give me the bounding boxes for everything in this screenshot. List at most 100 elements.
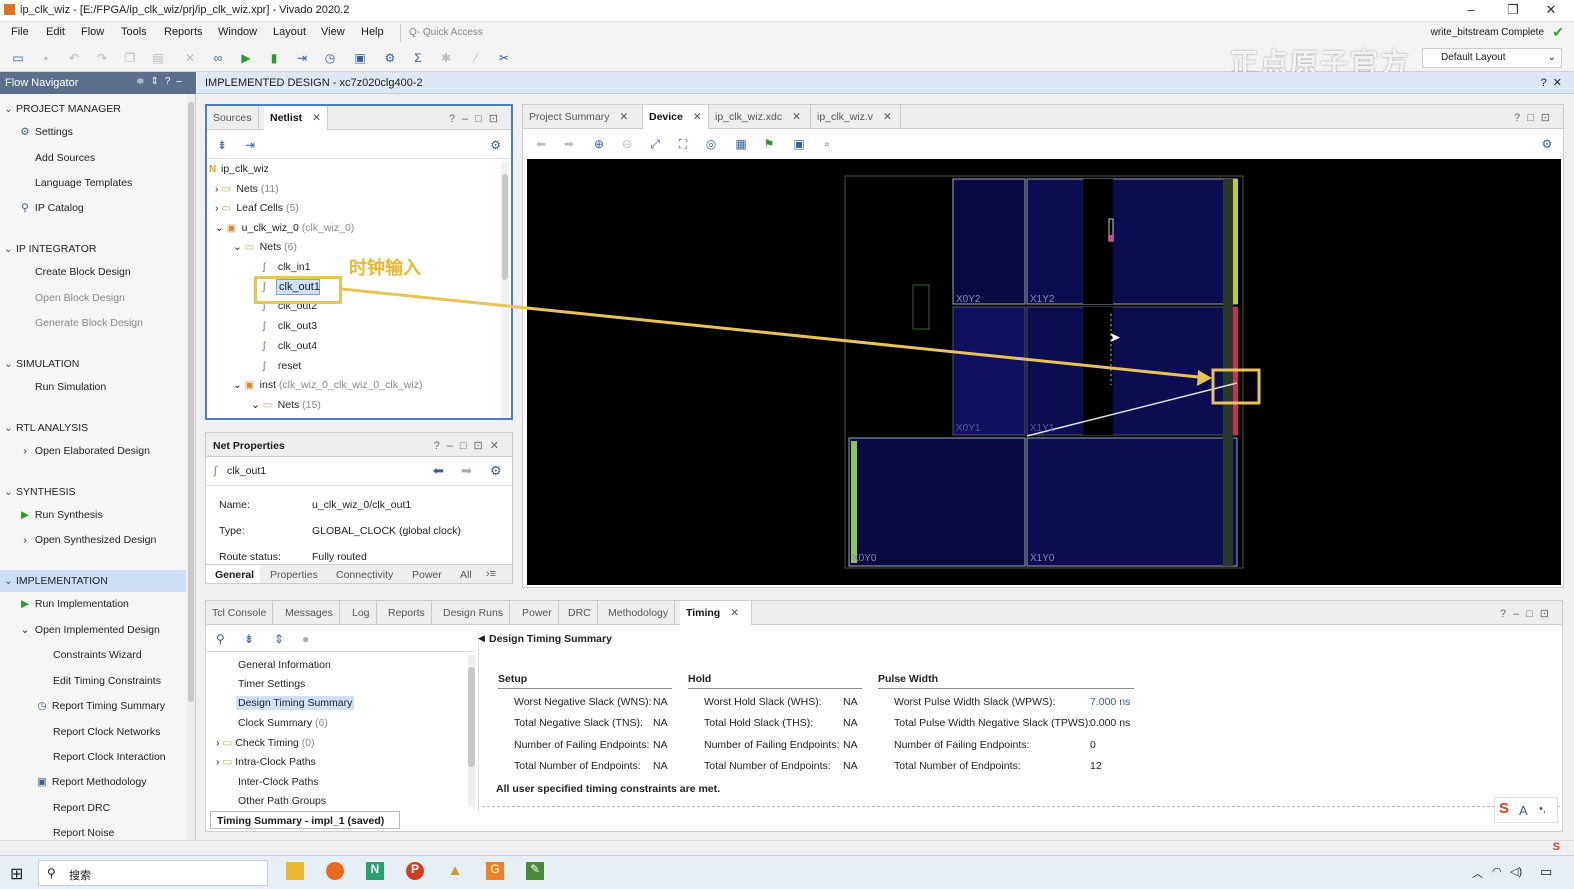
taskbar-search[interactable]: ⚲ 搜索 (38, 860, 268, 886)
menu-layout[interactable]: Layout (273, 26, 306, 38)
tree-inst-nets[interactable]: ⌄ ▭ Nets (6) (233, 241, 297, 253)
netlist-scrollbar[interactable] (501, 162, 509, 418)
editor-app-icon[interactable]: ✎ (526, 862, 544, 880)
expand-icon[interactable]: ⇥ (245, 138, 255, 152)
nav-open-elaborated[interactable]: › Open Elaborated Design (18, 445, 150, 457)
close-icon[interactable]: ✕ (312, 112, 321, 124)
report-icon[interactable]: ▣ (352, 51, 368, 65)
nav-run-implementation[interactable]: ▶ Run Implementation (18, 598, 129, 610)
gear-icon[interactable]: ⚙ (490, 138, 501, 152)
open-project-icon[interactable]: ▭ (10, 51, 26, 65)
windows-start-icon[interactable]: ⊞ (10, 864, 23, 884)
ime-toolbar[interactable]: S A •, (1494, 797, 1558, 823)
tree-clock-summary[interactable]: Clock Summary (6) (238, 717, 328, 729)
tab-xdc[interactable]: ip_clk_wiz.xdc ✕ (709, 105, 811, 129)
tree-inst2-nets[interactable]: ⌄ ▭ Nets (15) (251, 399, 321, 411)
tree-net-clk-in1[interactable]: ʃ clk_in1 (263, 261, 311, 273)
notepad-plus-icon[interactable]: N (366, 862, 384, 880)
nav-report-timing[interactable]: ◷ Report Timing Summary (35, 700, 165, 712)
tab-verilog[interactable]: ip_clk_wiz.v ✕ (811, 105, 901, 129)
nav-edit-timing[interactable]: Edit Timing Constraints (53, 675, 161, 687)
tree-inter-clock[interactable]: Inter-Clock Paths (238, 776, 319, 788)
nav-open-implemented[interactable]: ⌄ Open Implemented Design (18, 624, 160, 636)
forward-icon[interactable]: ➡ (561, 137, 577, 151)
expand-all-icon[interactable]: ⇕ (274, 632, 284, 646)
tab-netlist[interactable]: Netlist ✕ (264, 106, 328, 130)
nav-report-clock-interaction[interactable]: Report Clock Interaction (53, 751, 166, 763)
sigma-icon[interactable]: Σ (410, 51, 426, 65)
panel-controls[interactable]: ?–□⊡✕ (434, 439, 506, 452)
nav-settings[interactable]: ⚙ Settings (18, 126, 73, 138)
menu-reports[interactable]: Reports (164, 26, 203, 38)
menu-file[interactable]: File (11, 26, 29, 38)
copy-icon[interactable]: ❐ (122, 51, 138, 65)
panel-controls[interactable]: ?✕ (1541, 76, 1568, 89)
tree-timer-settings[interactable]: Timer Settings (238, 678, 305, 690)
tab-sources[interactable]: Sources (207, 106, 259, 130)
timer-icon[interactable]: ◷ (322, 51, 338, 65)
tab-timing[interactable]: Timing ✕ (680, 601, 752, 625)
back-arrow-icon[interactable]: ⬅ (433, 463, 444, 479)
menu-help[interactable]: Help (361, 26, 384, 38)
nav-add-sources[interactable]: Add Sources (35, 152, 95, 164)
tray-chevron-up-icon[interactable]: ︿ (1472, 865, 1483, 881)
collapse-all-icon[interactable]: ⇟ (217, 138, 227, 152)
gear-icon[interactable]: ⚙ (490, 463, 502, 479)
minimize-icon[interactable]: – (1456, 2, 1486, 17)
run-icon[interactable]: ▶ (238, 51, 254, 65)
gear-icon[interactable]: ⚙ (1539, 137, 1555, 151)
menu-window[interactable]: Window (218, 26, 257, 38)
tree-scrollbar[interactable] (468, 655, 475, 807)
tree-root[interactable]: Nip_clk_wiz (209, 163, 269, 175)
section-simulation[interactable]: ⌄ SIMULATION (4, 358, 79, 370)
powerpoint-icon[interactable]: P (406, 862, 424, 880)
menu-flow[interactable]: Flow (81, 26, 104, 38)
nav-report-drc[interactable]: Report DRC (53, 802, 110, 814)
tree-leaf-cells[interactable]: › ▭ Leaf Cells (5) (215, 202, 299, 214)
tree-intra-clock[interactable]: › ▭ Intra-Clock Paths (216, 756, 316, 768)
panel-controls[interactable]: ?–□⊡ (449, 112, 505, 125)
pblock-icon[interactable]: ▣ (791, 137, 807, 151)
chevron-right-icon[interactable]: ›≡ (486, 568, 496, 580)
section-project-manager[interactable]: ⌄ PROJECT MANAGER (4, 103, 121, 115)
vivado-taskbar-icon[interactable]: ▲ (446, 862, 464, 880)
nav-create-block-design[interactable]: Create Block Design (35, 266, 131, 278)
nav-run-synthesis[interactable]: ▶ Run Synthesis (18, 509, 103, 521)
nav-report-clock-networks[interactable]: Report Clock Networks (53, 726, 160, 738)
undo-icon[interactable]: ↶ (66, 51, 82, 65)
zoom-fit-icon[interactable]: ⤢ (647, 137, 663, 151)
restore-icon[interactable]: ❐ (1498, 2, 1528, 18)
tab-connectivity[interactable]: Connectivity (336, 569, 393, 581)
forward-arrow-icon[interactable]: ➡ (461, 463, 472, 479)
tab-power[interactable]: Power (516, 601, 559, 625)
tab-reports[interactable]: Reports (382, 601, 432, 625)
save-icon[interactable]: ▪ (38, 51, 54, 65)
wifi-icon[interactable]: ◠ (1492, 865, 1502, 878)
nav-language-templates[interactable]: Language Templates (35, 177, 132, 189)
select-area-icon[interactable]: ▫ (819, 137, 835, 151)
firefox-icon[interactable] (326, 862, 344, 880)
section-rtl-analysis[interactable]: ⌄ RTL ANALYSIS (4, 422, 88, 434)
menu-edit[interactable]: Edit (46, 26, 65, 38)
section-ip-integrator[interactable]: ⌄ IP INTEGRATOR (4, 243, 97, 255)
layout-select[interactable]: Default Layout ⌄ (1422, 48, 1562, 68)
pulse-wpws-value[interactable]: 7.000 ns (1090, 696, 1130, 708)
menu-tools[interactable]: Tools (121, 26, 147, 38)
collapse-all-icon[interactable]: ⇟ (244, 632, 254, 646)
reset-runs-icon[interactable]: ⇥ (294, 51, 310, 65)
debug-icon[interactable]: ✂ (496, 51, 512, 65)
tree-other-path-groups[interactable]: Other Path Groups (238, 795, 326, 807)
capture-app-icon[interactable]: G (486, 862, 504, 880)
panel-controls[interactable]: ?□⊡ (1514, 111, 1557, 124)
tab-messages[interactable]: Messages (279, 601, 340, 625)
tree-inst[interactable]: ⌄ ▣ u_clk_wiz_0 (clk_wiz_0) (215, 222, 354, 234)
tab-methodology[interactable]: Methodology (602, 601, 676, 625)
nav-open-block-design[interactable]: Open Block Design (35, 292, 125, 304)
flow-navigator-scrollbar[interactable] (187, 94, 195, 840)
nav-open-synthesized[interactable]: › Open Synthesized Design (18, 534, 156, 546)
notification-icon[interactable]: ▭ (1540, 864, 1552, 880)
panel-controls[interactable]: ?–□⊡ (1500, 607, 1556, 620)
close-icon[interactable]: ✕ (792, 111, 801, 123)
tree-general-info[interactable]: General Information (238, 659, 331, 671)
device-canvas[interactable]: X0Y2 X1Y2 X0Y1 X1Y1 X0Y0 X1Y0 ➤ (527, 159, 1561, 585)
